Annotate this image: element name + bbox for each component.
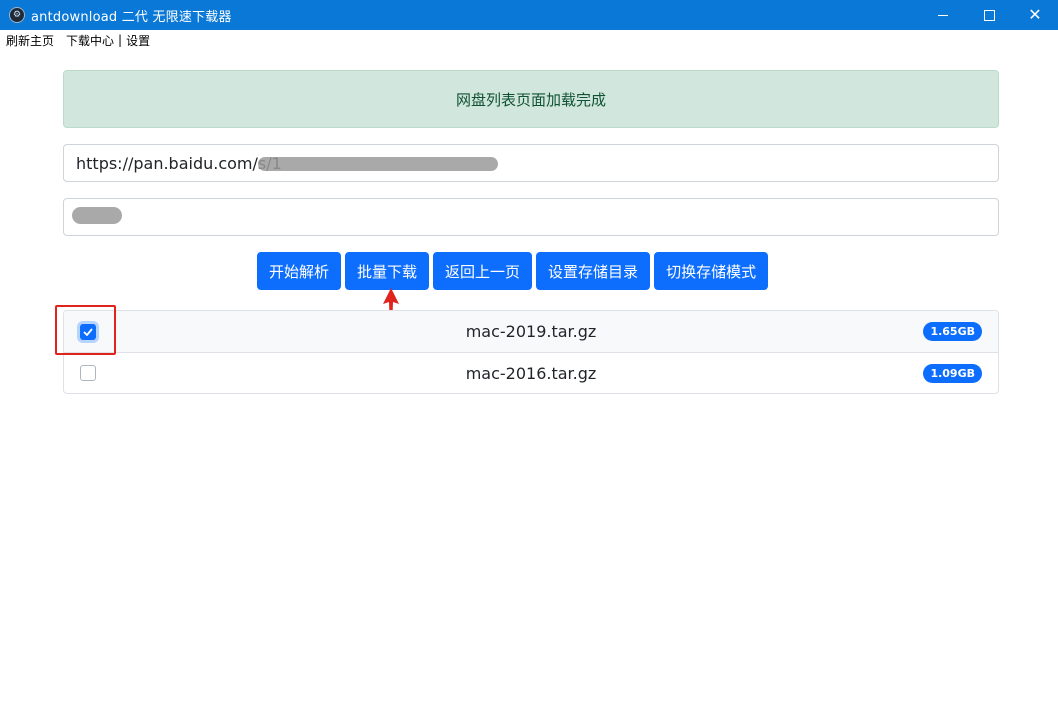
file-list: mac-2019.tar.gz 1.65GB mac-2016.tar.gz 1…	[63, 310, 999, 394]
batch-download-button[interactable]: 批量下载	[345, 252, 430, 290]
window-title: antdownload 二代 无限速下载器	[31, 9, 232, 25]
app-logo-icon: ⚙	[9, 7, 25, 23]
menu-refresh-home[interactable]: 刷新主页	[6, 32, 54, 49]
menu-separator: |	[118, 33, 123, 47]
file-row[interactable]: mac-2019.tar.gz 1.65GB	[64, 311, 998, 352]
redacted-url-blur	[258, 157, 498, 171]
menu-download-center[interactable]: 下载中心	[66, 32, 114, 49]
share-url-input[interactable]	[63, 144, 999, 182]
menu-settings[interactable]: 设置	[126, 32, 150, 49]
annotation-highlight-box	[55, 305, 116, 355]
title-bar: ⚙ antdownload 二代 无限速下载器 ✕	[0, 0, 1058, 30]
start-parse-button[interactable]: 开始解析	[257, 252, 342, 290]
back-button[interactable]: 返回上一页	[433, 252, 533, 290]
extract-code-input[interactable]	[63, 198, 999, 236]
minimize-icon	[938, 14, 948, 16]
menu-bar: 刷新主页 下载中心 | 设置	[0, 30, 150, 50]
set-storage-dir-button[interactable]: 设置存储目录	[536, 252, 651, 290]
status-alert: 网盘列表页面加载完成	[63, 70, 999, 128]
maximize-button[interactable]	[966, 0, 1012, 30]
minimize-button[interactable]	[920, 0, 966, 30]
maximize-icon	[983, 9, 995, 21]
file-row[interactable]: mac-2016.tar.gz 1.09GB	[64, 352, 998, 393]
close-icon: ✕	[1028, 5, 1042, 24]
redacted-code-blur	[72, 207, 122, 224]
switch-storage-mode-button[interactable]: 切换存储模式	[654, 252, 769, 290]
close-button[interactable]: ✕	[1012, 0, 1058, 30]
action-button-row: 开始解析 批量下载 返回上一页 设置存储目录 切换存储模式	[257, 252, 769, 290]
status-alert-text: 网盘列表页面加载完成	[455, 90, 606, 109]
file-size-badge: 1.09GB	[923, 363, 982, 383]
window-controls: ✕	[920, 0, 1058, 30]
file-size-badge: 1.65GB	[923, 322, 982, 341]
file-name: mac-2019.tar.gz	[465, 322, 597, 341]
file-name: mac-2016.tar.gz	[465, 363, 597, 383]
